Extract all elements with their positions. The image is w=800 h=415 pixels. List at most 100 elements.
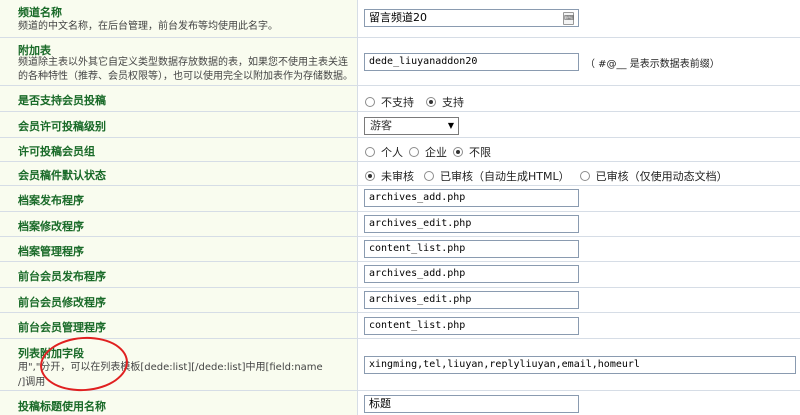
value-cell: content_list.php xyxy=(359,313,800,338)
radio-option[interactable]: 支持 xyxy=(426,94,464,110)
radio-label: 未审核 xyxy=(381,170,414,183)
value-cell: xingming,tel,liuyan,replyliuyan,email,ho… xyxy=(359,339,800,390)
radio-button[interactable] xyxy=(426,97,436,107)
radio-label: 不支持 xyxy=(381,96,414,109)
keyboard-icon[interactable]: ⌨ xyxy=(563,12,574,25)
channel-name-label: 频道名称 xyxy=(18,6,62,19)
value-cell: dede_liuyanaddon20 （ #@__ 是表示数据表前缀） xyxy=(359,38,800,85)
front-manage-program-label: 前台会员管理程序 xyxy=(18,321,106,334)
title-name-label: 投稿标题使用名称 xyxy=(18,400,106,413)
label-cell: 档案管理程序 xyxy=(0,237,358,261)
radio-button[interactable] xyxy=(579,171,590,181)
row-manage-program: 档案管理程序 content_list.php xyxy=(0,237,800,262)
radio-option[interactable]: 不限 xyxy=(453,144,491,160)
row-channel-name: 频道名称 频道的中文名称，在后台管理，前台发布等均使用此名字。 留言频道20 ⌨ xyxy=(0,0,800,38)
row-member-group: 许可投稿会员组 个人 企业 不限 xyxy=(0,138,800,162)
label-cell: 前台会员管理程序 xyxy=(0,313,358,338)
radio-label: 已审核（自动生成HTML） xyxy=(440,170,570,183)
row-title-name: 投稿标题使用名称 标题 xyxy=(0,391,800,415)
value-cell: 个人 企业 不限 xyxy=(359,138,800,161)
addon-table-hint: （ #@__ 是表示数据表前缀） xyxy=(585,59,720,70)
member-group-label: 许可投稿会员组 xyxy=(18,145,95,158)
row-addon-table: 附加表 频道除主表以外其它自定义类型数据存放数据的表，如果您不使用主表关连 的各… xyxy=(0,38,800,86)
value-cell: 留言频道20 ⌨ xyxy=(359,0,800,37)
label-cell: 许可投稿会员组 xyxy=(0,138,358,161)
channel-name-desc: 频道的中文名称，在后台管理，前台发布等均使用此名字。 xyxy=(18,21,278,32)
front-edit-program-input[interactable]: archives_edit.php xyxy=(364,291,579,309)
row-front-add-program: 前台会员发布程序 archives_add.php xyxy=(0,262,800,288)
radio-button[interactable] xyxy=(365,97,375,107)
row-edit-program: 档案修改程序 archives_edit.php xyxy=(0,212,800,237)
label-cell: 投稿标题使用名称 xyxy=(0,391,358,415)
front-manage-program-input[interactable]: content_list.php xyxy=(364,317,579,335)
list-fields-input[interactable]: xingming,tel,liuyan,replyliuyan,email,ho… xyxy=(364,356,796,374)
value-cell: archives_add.php xyxy=(359,262,800,287)
value-cell: 未审核 已审核（自动生成HTML） 已审核（仅使用动态文档） xyxy=(359,162,800,185)
label-cell: 附加表 频道除主表以外其它自定义类型数据存放数据的表，如果您不使用主表关连 的各… xyxy=(0,38,358,85)
select-value: 游客 xyxy=(370,119,392,132)
member-status-radios: 未审核 已审核（自动生成HTML） 已审核（仅使用动态文档） xyxy=(365,168,728,184)
member-status-label: 会员稿件默认状态 xyxy=(18,169,106,182)
front-add-program-input[interactable]: archives_add.php xyxy=(364,265,579,283)
radio-option[interactable]: 已审核（仅使用动态文档） xyxy=(579,168,728,184)
label-cell: 频道名称 频道的中文名称，在后台管理，前台发布等均使用此名字。 xyxy=(0,0,358,37)
label-cell: 档案修改程序 xyxy=(0,212,358,236)
radio-label: 不限 xyxy=(469,146,491,159)
channel-name-input[interactable]: 留言频道20 ⌨ xyxy=(364,9,579,27)
add-program-label: 档案发布程序 xyxy=(18,194,84,207)
row-member-submit: 是否支持会员投稿 不支持 支持 xyxy=(0,86,800,112)
radio-option[interactable]: 个人 xyxy=(365,144,403,160)
radio-option[interactable]: 已审核（自动生成HTML） xyxy=(424,168,570,184)
row-front-manage-program: 前台会员管理程序 content_list.php xyxy=(0,313,800,339)
radio-button[interactable] xyxy=(424,171,434,181)
list-fields-desc-1: 用","分开，可以在列表模板[dede:list][/dede:list]中用[… xyxy=(18,362,323,373)
label-cell: 前台会员修改程序 xyxy=(0,288,358,312)
title-name-input[interactable]: 标题 xyxy=(364,395,579,413)
label-cell: 会员稿件默认状态 xyxy=(0,162,358,185)
value-cell: archives_add.php xyxy=(359,186,800,211)
radio-label: 个人 xyxy=(381,146,403,159)
value-cell: archives_edit.php xyxy=(359,212,800,236)
value-cell: archives_edit.php xyxy=(359,288,800,312)
member-submit-radios: 不支持 支持 xyxy=(365,94,476,110)
row-member-level: 会员许可投稿级别 游客 ▼ xyxy=(0,112,800,138)
label-cell: 会员许可投稿级别 xyxy=(0,112,358,137)
manage-program-label: 档案管理程序 xyxy=(18,245,84,258)
radio-button[interactable] xyxy=(365,147,375,157)
radio-button[interactable] xyxy=(365,171,375,181)
member-submit-label: 是否支持会员投稿 xyxy=(18,94,106,107)
row-add-program: 档案发布程序 archives_add.php xyxy=(0,186,800,212)
front-edit-program-label: 前台会员修改程序 xyxy=(18,296,106,309)
addon-table-desc-1: 频道除主表以外其它自定义类型数据存放数据的表，如果您不使用主表关连 xyxy=(18,57,348,68)
front-add-program-label: 前台会员发布程序 xyxy=(18,270,106,283)
radio-label: 支持 xyxy=(442,96,464,109)
addon-table-desc-2: 的各种特性（推荐、会员权限等），也可以使用完全以附加表作为存储数据。 xyxy=(18,71,353,82)
value-cell: content_list.php xyxy=(359,237,800,261)
label-cell: 列表附加字段 用","分开，可以在列表模板[dede:list][/dede:l… xyxy=(0,339,358,390)
radio-button[interactable] xyxy=(409,147,419,157)
label-cell: 是否支持会员投稿 xyxy=(0,86,358,111)
addon-table-input[interactable]: dede_liuyanaddon20 xyxy=(364,53,579,71)
radio-option[interactable]: 未审核 xyxy=(365,168,414,184)
list-fields-desc-2: /]调用 xyxy=(18,377,46,388)
member-level-select[interactable]: 游客 ▼ xyxy=(364,117,459,135)
row-list-fields: 列表附加字段 用","分开，可以在列表模板[dede:list][/dede:l… xyxy=(0,339,800,391)
row-front-edit-program: 前台会员修改程序 archives_edit.php xyxy=(0,288,800,313)
dropdown-arrow-icon[interactable]: ▼ xyxy=(448,118,454,134)
radio-option[interactable]: 企业 xyxy=(409,144,447,160)
channel-name-value: 留言频道20 xyxy=(369,11,427,24)
value-cell: 游客 ▼ xyxy=(359,112,800,137)
edit-program-label: 档案修改程序 xyxy=(18,220,84,233)
label-cell: 档案发布程序 xyxy=(0,186,358,211)
label-cell: 前台会员发布程序 xyxy=(0,262,358,287)
radio-label: 企业 xyxy=(425,146,447,159)
row-member-status: 会员稿件默认状态 未审核 已审核（自动生成HTML） 已审核（仅使用动态文档） xyxy=(0,162,800,186)
manage-program-input[interactable]: content_list.php xyxy=(364,240,579,258)
edit-program-input[interactable]: archives_edit.php xyxy=(364,215,579,233)
value-cell: 不支持 支持 xyxy=(359,86,800,111)
member-level-label: 会员许可投稿级别 xyxy=(18,120,106,133)
list-fields-label: 列表附加字段 xyxy=(18,347,84,360)
radio-button[interactable] xyxy=(453,147,463,157)
radio-option[interactable]: 不支持 xyxy=(365,94,414,110)
add-program-input[interactable]: archives_add.php xyxy=(364,189,579,207)
